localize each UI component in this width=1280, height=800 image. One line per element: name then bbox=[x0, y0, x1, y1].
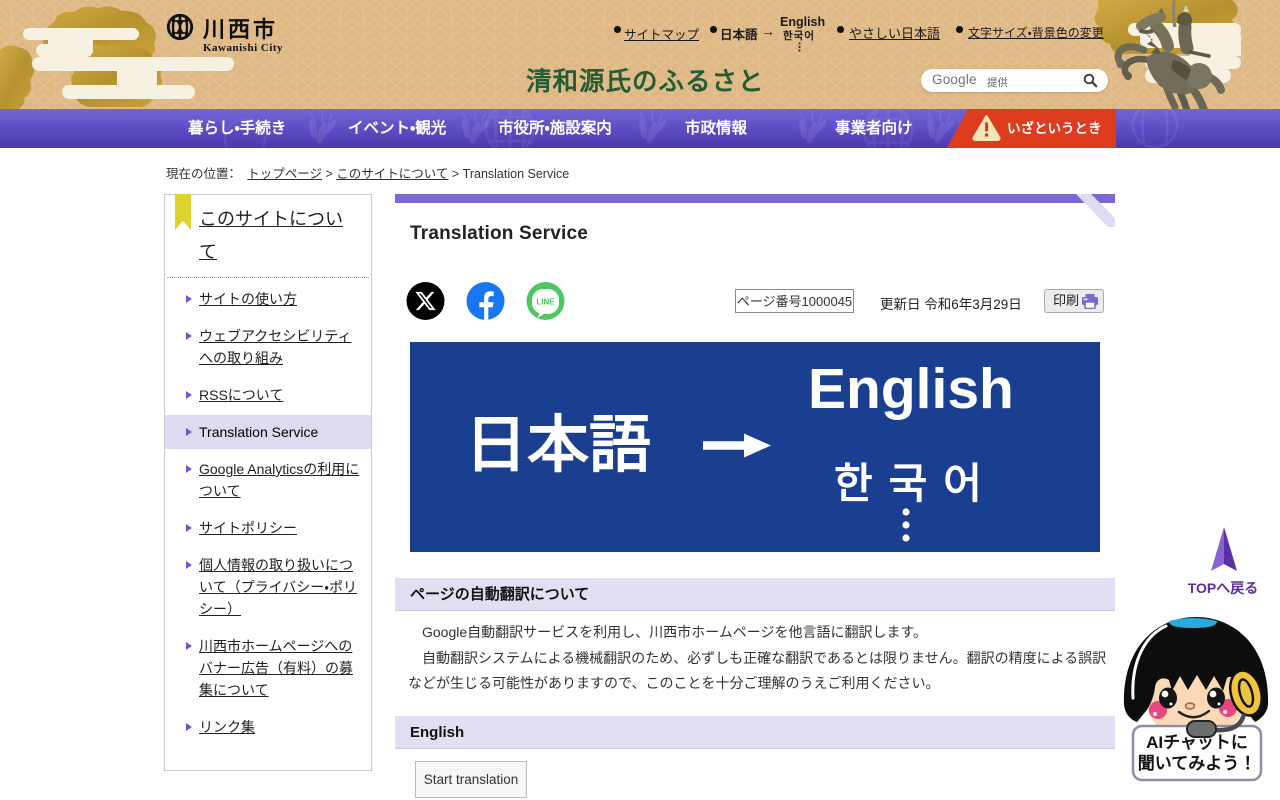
svg-text:한국어: 한국어 bbox=[834, 460, 998, 507]
svg-text:聞いてみよう！: 聞いてみよう！ bbox=[1138, 754, 1257, 773]
svg-text:LINE: LINE bbox=[536, 298, 555, 307]
svg-text:English: English bbox=[808, 357, 1014, 421]
svg-text:日本語: 日本語 bbox=[465, 411, 651, 480]
